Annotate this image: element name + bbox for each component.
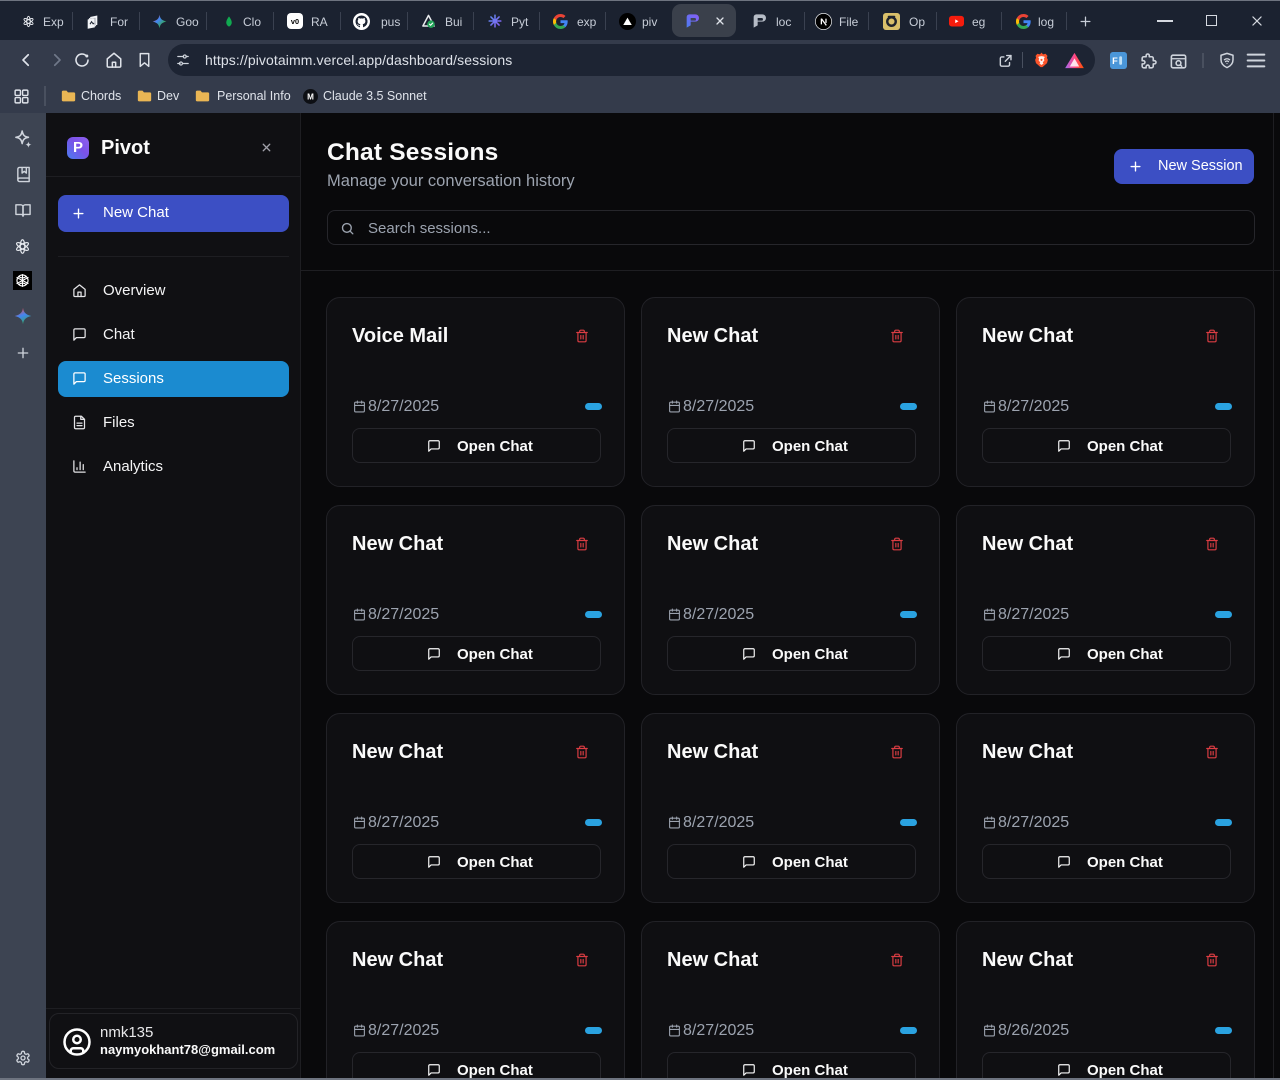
- svg-text:F: F: [1112, 56, 1118, 66]
- svg-text:M: M: [307, 93, 314, 102]
- svg-text:v0: v0: [291, 17, 299, 26]
